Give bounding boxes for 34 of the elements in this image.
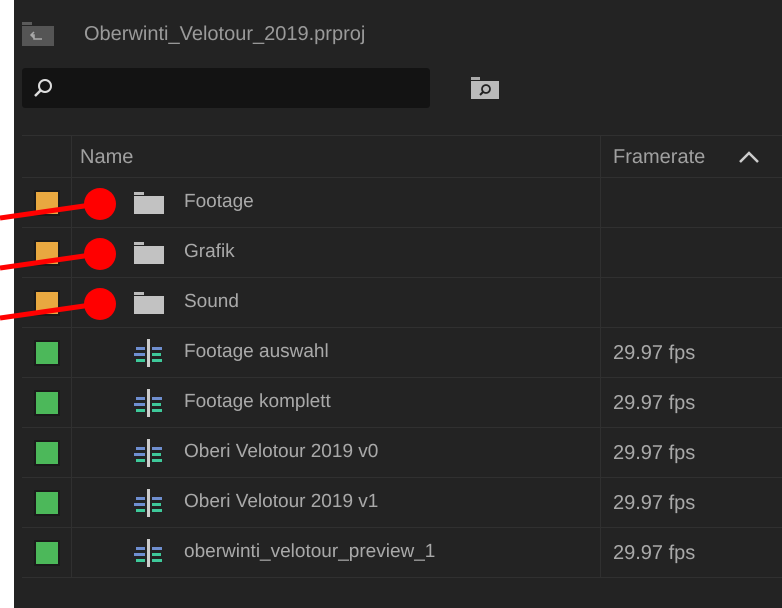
folder-icon xyxy=(134,292,164,314)
framerate-text: 29.97 fps xyxy=(613,540,696,566)
item-name[interactable]: Oberi Velotour 2019 v1 xyxy=(184,488,378,517)
color-label[interactable] xyxy=(34,440,60,466)
item-name[interactable]: Sound xyxy=(184,288,239,317)
parent-folder-icon[interactable] xyxy=(22,22,54,46)
color-label[interactable] xyxy=(34,340,60,366)
color-label[interactable] xyxy=(34,390,60,416)
item-name[interactable]: Footage auswahl xyxy=(184,338,329,367)
item-name[interactable]: oberwinti_velotour_preview_1 xyxy=(184,538,436,567)
project-title: Oberwinti_Velotour_2019.prproj xyxy=(84,22,366,47)
column-header[interactable]: Name xyxy=(80,142,134,172)
item-name[interactable]: Grafik xyxy=(184,238,235,267)
item-name[interactable]: Footage xyxy=(184,188,254,217)
sequence-icon xyxy=(134,538,164,566)
framerate-text: 29.97 fps xyxy=(613,340,696,366)
framerate-text: 29.97 fps xyxy=(613,390,696,416)
sequence-icon xyxy=(134,338,164,366)
column-header[interactable]: Framerate xyxy=(613,142,706,172)
sequence-icon xyxy=(134,488,164,516)
item-name[interactable]: Footage komplett xyxy=(184,388,331,417)
find-folder-icon[interactable] xyxy=(470,76,500,100)
color-label[interactable] xyxy=(34,490,60,516)
search-field[interactable] xyxy=(22,68,430,108)
search-icon xyxy=(32,77,54,99)
framerate-text: 29.97 fps xyxy=(613,490,696,516)
sequence-icon xyxy=(134,438,164,466)
color-label[interactable] xyxy=(34,540,60,566)
sort-caret-icon[interactable] xyxy=(738,150,760,164)
item-name[interactable]: Oberi Velotour 2019 v0 xyxy=(184,438,378,467)
framerate-text: 29.97 fps xyxy=(613,440,696,466)
sequence-icon xyxy=(134,388,164,416)
folder-icon xyxy=(134,192,164,214)
folder-icon xyxy=(134,242,164,264)
